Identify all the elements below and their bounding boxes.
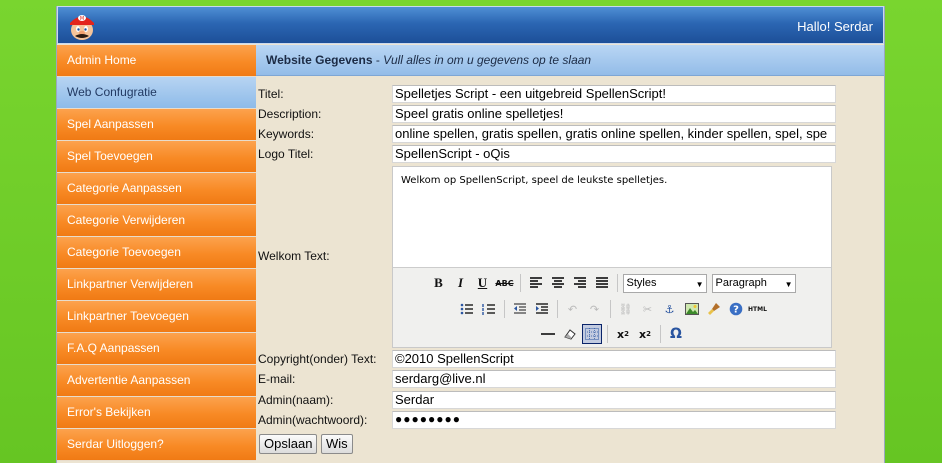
sidebar-item-errors-bekijken[interactable]: Error's Bekijken [57,397,256,429]
description-label: Description: [258,107,322,121]
mario-head-icon: M [70,15,94,40]
unlink-icon[interactable]: ✂ [638,299,658,319]
undo-icon[interactable]: ↶ [563,299,583,319]
remove-format-icon[interactable] [560,324,580,344]
logo-titel-label: Logo Titel: [258,147,314,161]
sidebar-item-linkpartner-toevoegen[interactable]: Linkpartner Toevoegen [57,301,256,333]
sidebar-item-uitloggen[interactable]: Serdar Uitloggen? [57,429,256,461]
toolbar-separator [519,274,521,292]
image-icon[interactable] [682,299,702,319]
sidebar-item-categorie-aanpassen[interactable]: Categorie Aanpassen [57,173,256,205]
reset-button[interactable]: Wis [321,434,353,454]
keywords-input[interactable]: online spellen, gratis spellen, gratis o… [392,125,836,143]
numbered-list-icon[interactable] [479,299,499,319]
section-title-sep: - [372,53,384,67]
strikethrough-icon[interactable]: ABC [495,273,515,293]
sidebar-item-spel-toevoegen[interactable]: Spel Toevoegen [57,141,256,173]
svg-text:M: M [80,16,84,22]
outdent-icon[interactable] [510,299,530,319]
align-right-icon[interactable] [570,273,590,293]
superscript-icon[interactable]: x2 [635,324,655,344]
italic-icon[interactable]: I [451,273,471,293]
copyright-label: Copyright(onder) Text: [258,352,377,366]
logo-titel-input[interactable]: SpellenScript - oQis [392,145,836,163]
email-label: E-mail: [258,372,296,386]
anchor-icon[interactable]: ⚓ [660,299,680,319]
welkom-editor: Welkom op SpellenScript, speel de leukst… [392,166,832,348]
visual-aid-icon[interactable] [582,324,602,344]
toolbar-separator [616,274,618,292]
horizontal-rule-icon[interactable] [538,324,558,344]
toolbar-separator [660,325,661,343]
titel-input[interactable]: Spelletjes Script - een uitgebreid Spell… [392,85,836,103]
format-select-value: Paragraph [715,276,767,289]
sidebar-item-faq-aanpassen[interactable]: F.A.Q Aanpassen [57,333,256,365]
align-justify-icon[interactable] [592,273,612,293]
styles-select[interactable]: Styles ▼ [622,273,707,293]
sidebar-item-categorie-verwijderen[interactable]: Categorie Verwijderen [57,205,256,237]
align-center-icon[interactable] [548,273,568,293]
toolbar-separator [607,325,608,343]
page-header: M Hallo! Serdar [57,6,884,44]
html-icon[interactable]: HTML [748,299,768,319]
sidebar-item-advertentie-aanpassen[interactable]: Advertentie Aanpassen [57,365,256,397]
sidebar-nav: Admin Home Web Confugratie Spel Aanpasse… [57,45,256,461]
special-char-icon[interactable]: Ω [666,324,686,344]
svg-text:?: ? [733,305,739,316]
sidebar-item-categorie-toevoegen[interactable]: Categorie Toevoegen [57,237,256,269]
sidebar-item-linkpartner-verwijderen[interactable]: Linkpartner Verwijderen [57,269,256,301]
bold-icon[interactable]: B [429,273,449,293]
chevron-down-icon: ▼ [784,279,793,289]
editor-toolbar: B I U ABC Styles ▼ Paragraph ▼ ↶ ↷ ⛓ ✂ ⚓… [393,267,831,347]
redo-icon[interactable]: ↷ [585,299,605,319]
editor-toolbar-row-2: ↶ ↷ ⛓ ✂ ⚓ ? HTML [393,298,831,320]
editor-toolbar-row-3: x2 x2 Ω [393,323,831,345]
titel-label: Titel: [258,87,284,101]
underline-icon[interactable]: U [473,273,493,293]
main-content: Website Gegevens - Vull alles in om u ge… [256,45,884,463]
admin-naam-label: Admin(naam): [258,393,334,407]
sidebar-item-spel-aanpassen[interactable]: Spel Aanpassen [57,109,256,141]
save-button[interactable]: Opslaan [259,434,318,454]
cleanup-icon[interactable] [704,299,724,319]
admin-naam-input[interactable]: Serdar [392,391,836,409]
help-icon[interactable]: ? [726,299,746,319]
welkom-label: Welkom Text: [258,249,330,263]
admin-panel: M Hallo! Serdar Admin Home Web Confugrat… [56,6,885,463]
greeting-text: Hallo! Serdar [797,19,873,34]
bullet-list-icon[interactable] [457,299,477,319]
section-title: Website Gegevens - Vull alles in om u ge… [256,45,884,76]
description-input[interactable]: Speel gratis online spelletjes! [392,105,836,123]
admin-wachtwoord-input[interactable]: ●●●●●●●● [392,411,836,429]
styles-select-value: Styles [626,276,657,289]
email-input[interactable]: serdarg@live.nl [392,370,836,388]
section-title-bold: Website Gegevens [266,53,373,67]
toolbar-separator [503,300,505,318]
link-icon[interactable]: ⛓ [616,299,636,319]
copyright-input[interactable]: ©2010 SpellenScript [392,350,836,368]
toolbar-separator [556,300,558,318]
sidebar-item-admin-home[interactable]: Admin Home [57,45,256,77]
align-left-icon[interactable] [526,273,546,293]
section-title-hint: Vull alles in om u gegevens op te slaan [383,53,592,67]
welkom-editor-content[interactable]: Welkom op SpellenScript, speel de leukst… [393,167,831,267]
format-select[interactable]: Paragraph ▼ [711,273,796,293]
subscript-icon[interactable]: x2 [613,324,633,344]
toolbar-separator [609,300,611,318]
admin-wachtwoord-label: Admin(wachtwoord): [258,413,368,427]
editor-toolbar-row-1: B I U ABC Styles ▼ Paragraph ▼ [393,272,831,294]
indent-icon[interactable] [532,299,552,319]
sidebar-item-web-configuratie[interactable]: Web Confugratie [57,77,256,109]
keywords-label: Keywords: [258,127,315,141]
chevron-down-icon: ▼ [695,279,704,289]
